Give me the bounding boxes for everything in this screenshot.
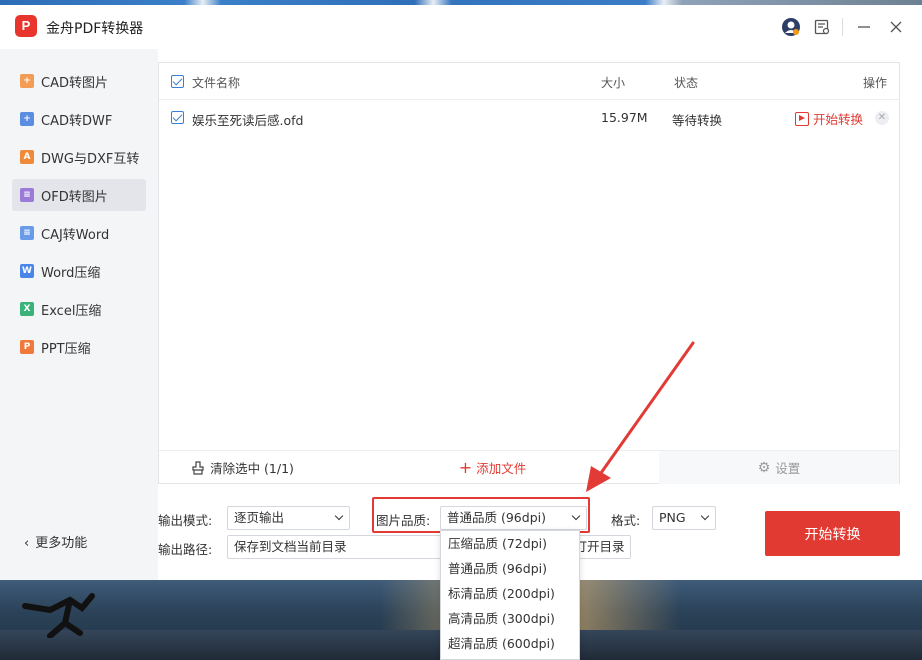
file-name: 娱乐至死读后感.ofd bbox=[192, 113, 304, 128]
ofd-image-icon: ≡ bbox=[20, 188, 34, 202]
feedback-icon[interactable] bbox=[810, 15, 834, 39]
open-directory-label: 打开目录 bbox=[574, 539, 625, 554]
output-path-select[interactable]: 保存到文档当前目录 bbox=[227, 535, 442, 559]
sidebar-item-cad-image[interactable]: + CAD转图片 bbox=[12, 65, 146, 97]
column-header-size: 大小 bbox=[601, 76, 626, 90]
sidebar-item-label: DWG与DXF互转 bbox=[41, 151, 140, 167]
sidebar: + CAD转图片 + CAD转DWF A DWG与DXF互转 ≡ OFD转图片 … bbox=[0, 49, 158, 580]
app-window: P 金舟PDF转换器 + CAD转图片 + CAD转DWF A DWG与DXF互… bbox=[0, 5, 922, 580]
sidebar-item-ofd-image[interactable]: ≡ OFD转图片 bbox=[12, 179, 146, 211]
broom-icon bbox=[192, 460, 204, 475]
output-mode-value: 逐页输出 bbox=[234, 510, 285, 525]
desktop-figure-image bbox=[22, 593, 95, 638]
caj-word-icon: ≡ bbox=[20, 226, 34, 240]
sidebar-item-label: PPT压缩 bbox=[41, 341, 91, 357]
file-list-footer: 清除选中 (1/1) + 添加文件 ⚙ 设置 bbox=[159, 450, 899, 484]
file-list-header: 文件名称 大小 状态 操作 bbox=[159, 63, 899, 100]
more-features-link[interactable]: ‹ 更多功能 bbox=[24, 532, 87, 551]
file-list-panel: 文件名称 大小 状态 操作 娱乐至死读后感.ofd 15.97M 等待转换 开始… bbox=[158, 62, 900, 484]
cad-image-icon: + bbox=[20, 74, 34, 88]
chevron-down-icon bbox=[700, 511, 710, 521]
sidebar-item-label: Word压缩 bbox=[41, 265, 101, 281]
minimize-icon[interactable] bbox=[852, 15, 876, 39]
quality-option[interactable]: 超清品质 (600dpi) bbox=[441, 631, 579, 656]
output-path-label: 输出路径: bbox=[158, 542, 213, 557]
annotation-highlight-box bbox=[372, 497, 590, 533]
file-size: 15.97M bbox=[601, 110, 648, 125]
play-icon bbox=[795, 111, 809, 126]
row-checkbox[interactable] bbox=[171, 111, 184, 124]
word-compress-icon: W bbox=[20, 264, 34, 278]
column-header-action: 操作 bbox=[863, 76, 888, 90]
table-row[interactable]: 娱乐至死读后感.ofd 15.97M 等待转换 开始转换 ✕ bbox=[159, 100, 899, 136]
sidebar-item-dwg-dxf[interactable]: A DWG与DXF互转 bbox=[12, 141, 146, 173]
avatar-icon[interactable] bbox=[779, 15, 803, 39]
format-value: PNG bbox=[659, 510, 686, 525]
output-path-value: 保存到文档当前目录 bbox=[234, 539, 347, 554]
settings-button[interactable]: ⚙ 设置 bbox=[659, 451, 899, 484]
format-label: 格式: bbox=[611, 513, 641, 528]
chevron-left-icon: ‹ bbox=[24, 536, 30, 551]
quality-dropdown-list: 压缩品质 (72dpi) 普通品质 (96dpi) 标清品质 (200dpi) … bbox=[440, 530, 580, 660]
quality-option[interactable]: 高清品质 (300dpi) bbox=[441, 606, 579, 631]
settings-label: 设置 bbox=[775, 461, 801, 476]
remove-file-icon[interactable]: ✕ bbox=[875, 111, 889, 125]
cad-dwf-icon: + bbox=[20, 112, 34, 126]
title-bar: P 金舟PDF转换器 bbox=[0, 5, 922, 49]
output-mode-label: 输出模式: bbox=[158, 513, 213, 528]
titlebar-separator bbox=[842, 18, 843, 36]
row-start-convert-button[interactable]: 开始转换 bbox=[795, 109, 863, 128]
ppt-compress-icon: P bbox=[20, 340, 34, 354]
excel-compress-icon: X bbox=[20, 302, 34, 316]
row-start-convert-label: 开始转换 bbox=[813, 112, 864, 127]
output-mode-select[interactable]: 逐页输出 bbox=[227, 506, 350, 530]
close-icon[interactable] bbox=[884, 15, 908, 39]
app-title: 金舟PDF转换器 bbox=[46, 21, 144, 37]
format-select[interactable]: PNG bbox=[652, 506, 716, 530]
dwg-dxf-icon: A bbox=[20, 150, 34, 164]
column-header-name: 文件名称 bbox=[192, 76, 241, 90]
clear-selected-button[interactable]: 清除选中 (1/1) bbox=[159, 451, 326, 484]
sidebar-item-caj-word[interactable]: ≡ CAJ转Word bbox=[12, 217, 146, 249]
sidebar-item-cad-dwf[interactable]: + CAD转DWF bbox=[12, 103, 146, 135]
select-all-checkbox[interactable] bbox=[171, 75, 184, 88]
sidebar-item-word-compress[interactable]: W Word压缩 bbox=[12, 255, 146, 287]
add-file-label: 添加文件 bbox=[476, 461, 527, 476]
sidebar-item-label: CAJ转Word bbox=[41, 227, 110, 243]
column-header-status: 状态 bbox=[674, 76, 699, 90]
add-file-button[interactable]: + 添加文件 bbox=[326, 451, 659, 484]
sidebar-item-label: OFD转图片 bbox=[41, 189, 108, 205]
chevron-down-icon bbox=[334, 511, 344, 521]
quality-option[interactable]: 普通品质 (96dpi) bbox=[441, 556, 579, 581]
start-convert-button[interactable]: 开始转换 bbox=[765, 511, 900, 556]
sidebar-item-excel-compress[interactable]: X Excel压缩 bbox=[12, 293, 146, 325]
sidebar-item-label: CAD转图片 bbox=[41, 75, 108, 91]
more-features-label: 更多功能 bbox=[35, 536, 88, 551]
sidebar-item-label: CAD转DWF bbox=[41, 113, 113, 129]
quality-option[interactable]: 压缩品质 (72dpi) bbox=[441, 531, 579, 556]
quality-option[interactable]: 标清品质 (200dpi) bbox=[441, 581, 579, 606]
sidebar-item-label: Excel压缩 bbox=[41, 303, 102, 319]
plus-icon: + bbox=[458, 458, 473, 477]
file-status: 等待转换 bbox=[672, 113, 723, 128]
gear-icon: ⚙ bbox=[757, 459, 771, 476]
clear-selected-label: 清除选中 (1/1) bbox=[210, 461, 294, 476]
app-logo: P bbox=[15, 15, 37, 37]
sidebar-item-ppt-compress[interactable]: P PPT压缩 bbox=[12, 331, 146, 363]
